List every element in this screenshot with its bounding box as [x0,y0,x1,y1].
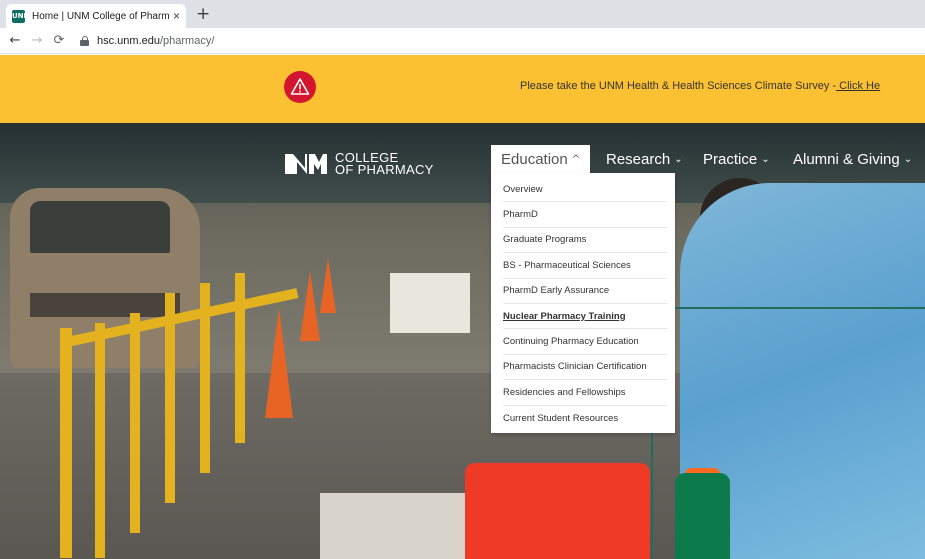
address-bar[interactable]: hsc.unm.edu/pharmacy/ [80,31,910,51]
nav-label: Alumni & Giving [793,150,900,168]
menu-item-residencies-fellowships[interactable]: Residencies and Fellowships [503,380,667,406]
lock-icon [80,35,89,46]
warning-triangle-icon [284,71,316,103]
menu-item-overview[interactable]: Overview [503,177,667,203]
chevron-up-icon: ^ [571,153,581,165]
menu-item-current-student-resources[interactable]: Current Student Resources [503,406,667,431]
nav-label: Practice [703,150,758,168]
new-tab-button[interactable]: + [196,4,210,24]
college-of-pharmacy-logo[interactable]: COLLEGE OF PHARMACY [283,150,434,178]
browser-toolbar: ← → ⟳ hsc.unm.edu/pharmacy/ [0,28,925,54]
tab-title: Home | UNM College of Pharmac [32,10,169,22]
menu-item-pharmd[interactable]: PharmD [503,202,667,228]
nav-practice[interactable]: Practice ⌄ [703,145,770,173]
menu-item-pharmacists-clinician-certification[interactable]: Pharmacists Clinician Certification [503,355,667,381]
survey-link[interactable]: Click He [836,80,880,92]
nav-label: Research [606,150,671,168]
alert-message: Please take the UNM Health & Health Scie… [520,80,880,92]
menu-item-continuing-pharmacy-education[interactable]: Continuing Pharmacy Education [503,329,667,355]
url-text: hsc.unm.edu/pharmacy/ [97,35,214,47]
alert-text: Please take the UNM Health & Health Scie… [520,80,837,92]
menu-item-pharmd-early-assurance[interactable]: PharmD Early Assurance [503,279,667,304]
browser-tab[interactable]: UNM Home | UNM College of Pharmac × [6,4,186,28]
chevron-down-icon: ⌄ [903,153,913,165]
nav-label: Education [501,150,568,168]
url-host: hsc.unm.edu [97,34,160,47]
nav-education[interactable]: Education ^ [491,145,591,173]
chevron-down-icon: ⌄ [674,153,683,165]
nav-alumni-giving[interactable]: Alumni & Giving ⌄ [793,145,912,173]
logo-line2: OF PHARMACY [335,162,434,177]
chevron-down-icon: ⌄ [761,153,770,165]
menu-item-bs-pharmaceutical-sciences[interactable]: BS - Pharmaceutical Sciences [503,253,667,279]
unm-logo-icon [285,154,327,174]
browser-tabstrip: UNM Home | UNM College of Pharmac × + [0,0,925,28]
menu-item-graduate-programs[interactable]: Graduate Programs [503,228,667,254]
logo-text: COLLEGE OF PHARMACY [335,151,434,177]
close-tab-icon[interactable]: × [173,9,180,23]
back-arrow-icon[interactable]: ← [4,33,26,48]
unm-favicon-icon: UNM [12,9,31,23]
focus-outline [651,307,925,559]
nav-research[interactable]: Research ⌄ [606,145,683,173]
reload-icon[interactable]: ⟳ [48,33,70,48]
forward-arrow-icon[interactable]: → [26,33,48,48]
education-dropdown-menu: Overview PharmD Graduate Programs BS - P… [491,173,675,433]
menu-item-nuclear-pharmacy-training[interactable]: Nuclear Pharmacy Training [503,304,667,330]
url-path: /pharmacy/ [159,34,215,47]
